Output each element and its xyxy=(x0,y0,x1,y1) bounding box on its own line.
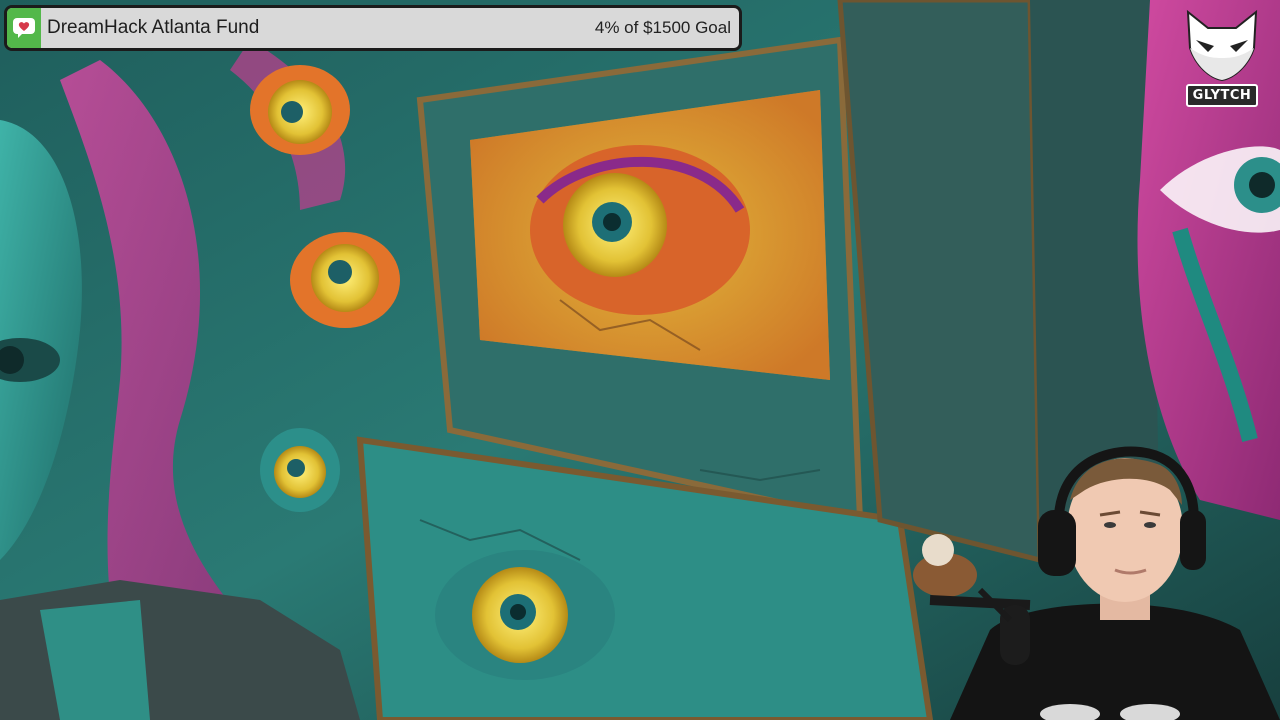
streamer-webcam xyxy=(910,430,1280,720)
stream-canvas: DreamHack Atlanta Fund 4% of $1500 Goal … xyxy=(0,0,1280,720)
brand-name: GLYTCH xyxy=(1185,84,1259,107)
goal-progress-text: 4% of $1500 Goal xyxy=(594,18,731,37)
brand-logo: GLYTCH xyxy=(1180,8,1264,108)
fox-logo-icon xyxy=(1186,9,1258,82)
heart-chat-icon xyxy=(7,8,41,48)
goal-title: DreamHack Atlanta Fund xyxy=(47,17,260,38)
goal-progress-bar: DreamHack Atlanta Fund 4% of $1500 Goal xyxy=(4,5,742,51)
